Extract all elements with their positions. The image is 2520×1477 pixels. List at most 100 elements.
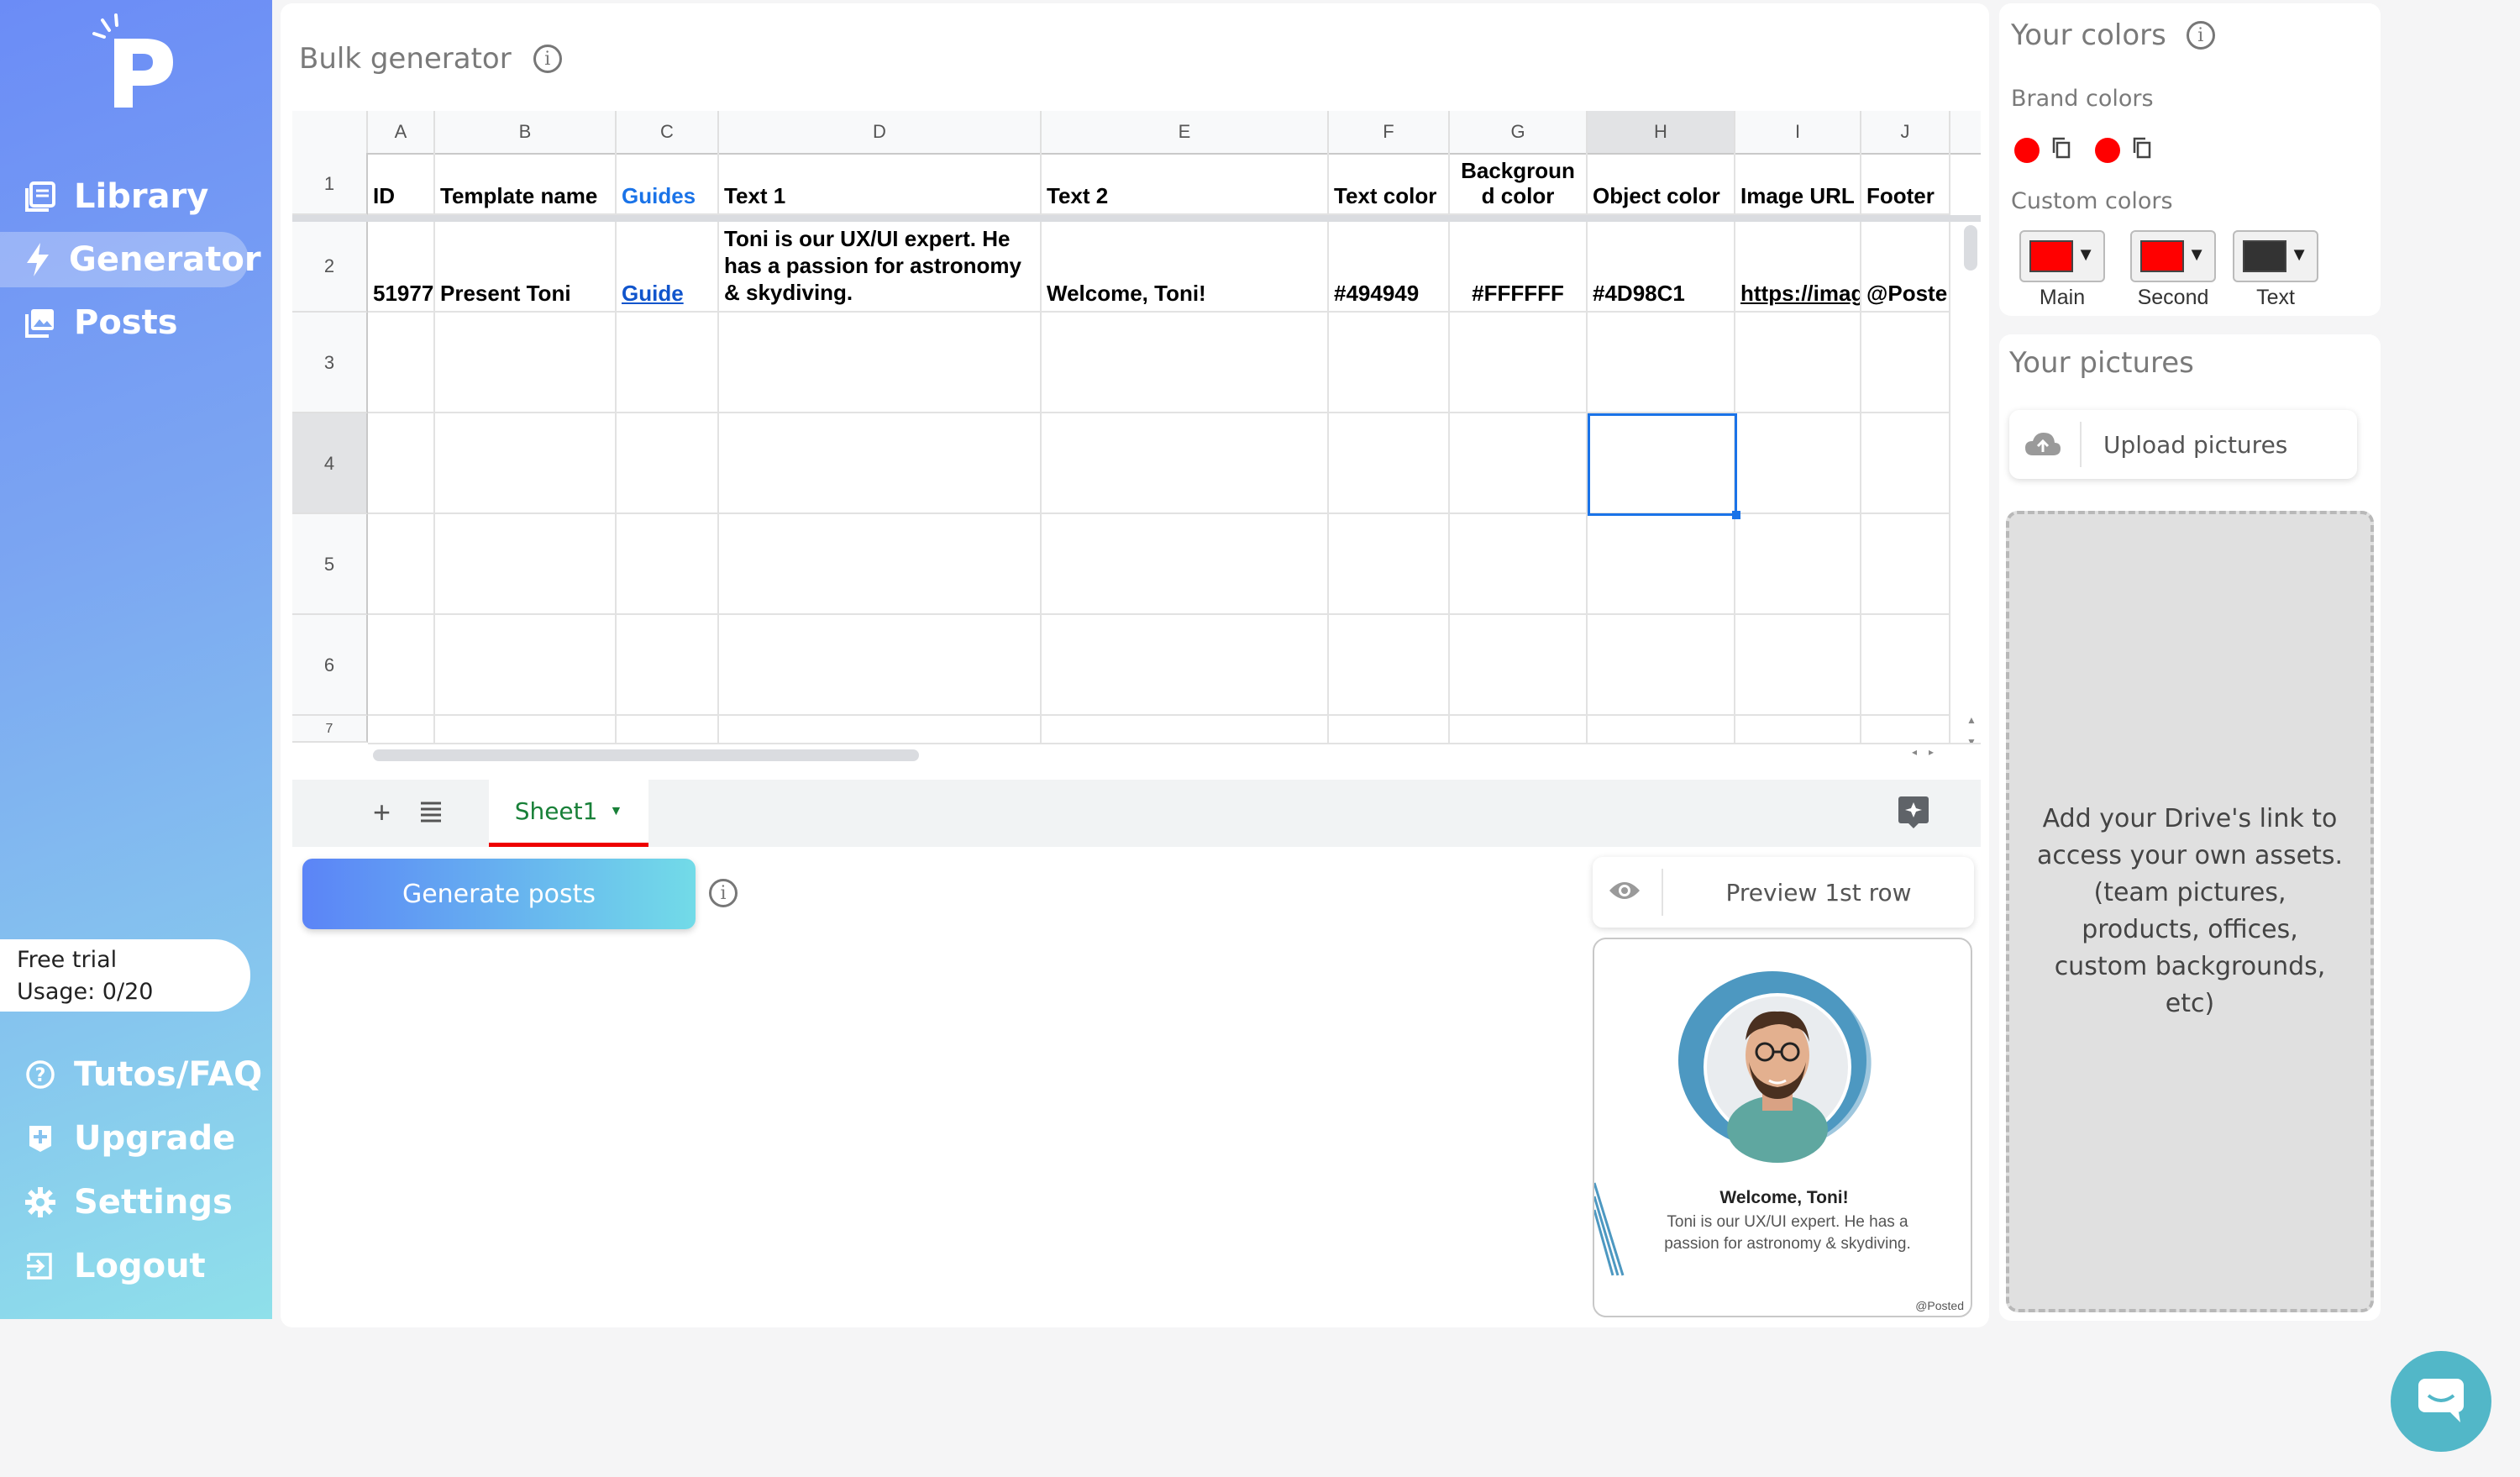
cell-id[interactable]: 51977: [368, 222, 435, 313]
cell-object-color[interactable]: #4D98C1: [1588, 222, 1735, 313]
custom-colors-label: Custom colors: [2011, 188, 2173, 214]
sidebar: Library Generator Posts Free trial Usage…: [0, 0, 272, 1319]
header-cell-template-name[interactable]: Template name: [435, 153, 617, 215]
copy-icon[interactable]: [2132, 136, 2152, 164]
header-cell-text-color[interactable]: Text color: [1329, 153, 1450, 215]
spreadsheet-grid[interactable]: A B C D E F G H I J 1 2 3 4 5 6 7 ID Tem…: [292, 111, 1994, 783]
col-i-header[interactable]: I: [1735, 111, 1861, 153]
colors-info-icon[interactable]: i: [2186, 21, 2215, 50]
cell-text2[interactable]: Welcome, Toni!: [1042, 222, 1329, 313]
vertical-scrollbar-thumb[interactable]: [1964, 225, 1977, 271]
bulk-generator-panel: Bulk generator i A B C D E F G H I J 1 2…: [281, 3, 1989, 1327]
explore-icon[interactable]: [1897, 795, 1930, 833]
image-url-link[interactable]: https://imag: [1740, 281, 1860, 306]
horizontal-scroll-arrows[interactable]: ◂▸: [1912, 746, 1957, 763]
nav-settings[interactable]: Settings: [0, 1175, 233, 1230]
selected-cell-h4[interactable]: [1588, 413, 1737, 516]
row-number-3[interactable]: 3: [292, 313, 368, 413]
nav-library[interactable]: Library: [0, 169, 208, 224]
brand-color-dot-1[interactable]: [2014, 137, 2040, 163]
cell-image-url[interactable]: https://imag: [1735, 222, 1861, 313]
nav-generator-label: Generator: [69, 240, 261, 279]
cell-template-name[interactable]: Present Toni: [435, 222, 617, 313]
generate-info-icon[interactable]: i: [709, 879, 738, 907]
row-number-2[interactable]: 2: [292, 220, 368, 313]
col-a-header[interactable]: A: [368, 111, 435, 153]
row-number-4[interactable]: 4: [292, 413, 368, 514]
header-cell-id[interactable]: ID: [368, 153, 435, 215]
generate-posts-button[interactable]: Generate posts: [302, 859, 696, 929]
guide-link[interactable]: Guide: [622, 281, 684, 306]
upload-label: Upload pictures: [2103, 430, 2288, 459]
preview-title: Welcome, Toni!: [1719, 1188, 1849, 1207]
text-color-swatch: [2243, 240, 2286, 272]
divider: [2080, 422, 2082, 467]
row-number-6[interactable]: 6: [292, 615, 368, 716]
header-cell-text1[interactable]: Text 1: [719, 153, 1042, 215]
header-cell-text2[interactable]: Text 2: [1042, 153, 1329, 215]
sheet-tab-sheet1[interactable]: Sheet1 ▼: [489, 780, 648, 847]
row-number-1[interactable]: 1: [292, 153, 368, 215]
col-f-header[interactable]: F: [1329, 111, 1450, 153]
row-number-7[interactable]: 7: [292, 716, 368, 743]
nav-posts-label: Posts: [74, 303, 178, 342]
header-cell-background-color[interactable]: Backgroun d color: [1450, 153, 1588, 215]
col-e-header[interactable]: E: [1042, 111, 1329, 153]
brand-color-dot-2[interactable]: [2095, 137, 2120, 163]
cloud-upload-icon: [2024, 432, 2061, 461]
drive-link-dropzone[interactable]: Add your Drive's link to access your own…: [2006, 511, 2374, 1312]
copy-icon[interactable]: [2051, 136, 2071, 164]
chevron-down-icon: ▼: [2187, 244, 2206, 265]
header-cell-footer[interactable]: Footer: [1861, 153, 1950, 215]
app-logo[interactable]: [92, 13, 185, 114]
nav-logout[interactable]: Logout: [0, 1238, 206, 1294]
row-number-5[interactable]: 5: [292, 514, 368, 615]
your-pictures-panel: Your pictures Upload pictures Add your D…: [1999, 334, 2381, 1321]
preview-first-row-button[interactable]: Preview 1st row: [1593, 857, 1974, 928]
nav-library-label: Library: [74, 177, 209, 216]
cell-background-color[interactable]: #FFFFFF: [1450, 222, 1588, 313]
trial-label: Free trial: [17, 947, 118, 973]
info-icon[interactable]: i: [533, 45, 562, 73]
main-color-picker[interactable]: ▼: [2019, 230, 2105, 282]
col-c-header[interactable]: C: [617, 111, 719, 153]
col-d-header[interactable]: D: [719, 111, 1042, 153]
fill-handle[interactable]: [1732, 511, 1740, 519]
nav-tutos-faq[interactable]: ? Tutos/FAQ: [0, 1047, 262, 1102]
col-b-header[interactable]: B: [435, 111, 617, 153]
colors-title: Your colors: [2011, 18, 2166, 52]
cell-guide-link[interactable]: Guide: [617, 222, 719, 313]
your-colors-panel: Your colors i Brand colors Custom colors…: [1999, 3, 2381, 316]
cell-text1[interactable]: Toni is our UX/UI expert. He has a passi…: [719, 222, 1042, 313]
header-cell-guides[interactable]: Guides: [617, 153, 719, 215]
second-color-picker[interactable]: ▼: [2130, 230, 2216, 282]
image-icon: [22, 304, 59, 341]
cell-footer[interactable]: @Poste: [1861, 222, 1950, 313]
help-icon: ?: [22, 1056, 59, 1093]
chevron-down-icon: ▼: [2076, 244, 2095, 265]
header-cell-image-url[interactable]: Image URL: [1735, 153, 1861, 215]
col-h-header[interactable]: H: [1588, 111, 1735, 153]
column-header-row: A B C D E F G H I J: [292, 111, 1981, 155]
empty-cells-area[interactable]: [368, 313, 1950, 743]
chat-support-button[interactable]: [2391, 1351, 2491, 1452]
frozen-row-divider[interactable]: [292, 215, 1981, 222]
select-all-corner[interactable]: [292, 111, 368, 153]
pictures-title: Your pictures: [2009, 346, 2194, 380]
col-j-header[interactable]: J: [1861, 111, 1950, 153]
preview-artwork: [1594, 971, 1872, 1276]
text-color-picker[interactable]: ▼: [2233, 230, 2318, 282]
library-icon: [22, 178, 59, 215]
nav-generator[interactable]: Generator: [0, 232, 261, 287]
nav-posts[interactable]: Posts: [0, 295, 178, 350]
nav-settings-label: Settings: [74, 1183, 233, 1222]
all-sheets-icon[interactable]: [418, 800, 444, 828]
header-cell-object-color[interactable]: Object color: [1588, 153, 1735, 215]
chevron-down-icon: ▼: [609, 803, 623, 818]
nav-upgrade[interactable]: Upgrade: [0, 1111, 235, 1166]
upload-pictures-button[interactable]: Upload pictures: [2009, 410, 2357, 479]
col-g-header[interactable]: G: [1450, 111, 1588, 153]
add-sheet-icon[interactable]: +: [373, 795, 391, 830]
horizontal-scrollbar-thumb[interactable]: [373, 749, 919, 761]
cell-text-color[interactable]: #494949: [1329, 222, 1450, 313]
